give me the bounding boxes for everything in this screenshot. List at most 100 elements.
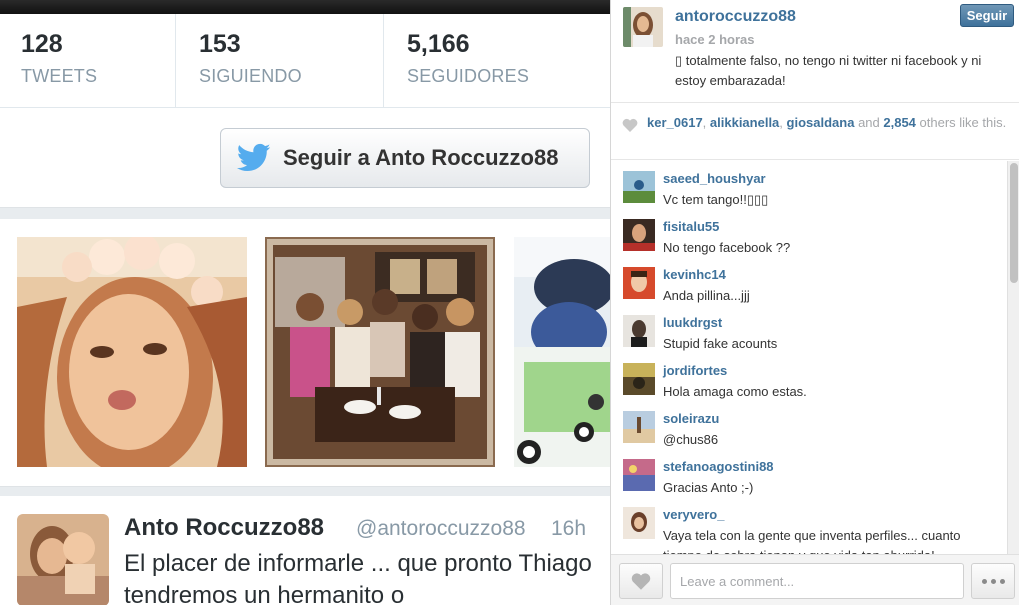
comment-username[interactable]: jordifortes [663, 363, 727, 378]
separator: , [702, 115, 710, 130]
divider [175, 14, 176, 108]
post-username[interactable]: antoroccuzzo88 [675, 8, 796, 26]
comment-text: Vaya tela con la gente que inventa perfi… [663, 528, 961, 554]
tweet-text: El placer de informarle ... que pronto T… [124, 550, 592, 605]
comment-scrollbar[interactable] [1007, 161, 1019, 554]
comment-avatar[interactable] [623, 315, 655, 347]
stat-label: TWEETS [21, 66, 98, 86]
comment-text: No tengo facebook ?? [663, 240, 791, 255]
avatar-photo [623, 219, 655, 251]
top-bar [0, 0, 610, 14]
section-divider [0, 207, 610, 219]
comment-username[interactable]: luukdrgst [663, 315, 722, 330]
comment-username[interactable]: fisitalu55 [663, 219, 719, 234]
avatar-photo [623, 411, 655, 443]
profile-stats: 128 TWEETS 153 SIGUIENDO 5,166 SEGUIDORE… [0, 14, 610, 108]
tweet-author-handle[interactable]: @antoroccuzzo88 [356, 517, 526, 541]
post-caption: ▯ totalmente falso, no tengo ni twitter … [675, 53, 982, 88]
tweet-avatar-photo [17, 514, 109, 605]
profile-photo [623, 7, 663, 47]
avatar-photo [623, 315, 655, 347]
liker-link[interactable]: ker_0617 [647, 115, 703, 130]
likes-suffix: others like this. [915, 115, 1007, 130]
photo-thumbnail[interactable] [265, 237, 495, 467]
comment-item: fisitalu55 No tengo facebook ?? [611, 209, 1007, 257]
follow-button[interactable]: Seguir a Anto Roccuzzo88 [220, 128, 590, 188]
comment-text: Anda pillina...jjj [663, 288, 750, 303]
comment-avatar[interactable] [623, 459, 655, 491]
comment-footer [611, 554, 1019, 605]
comment-username[interactable]: saeed_houshyar [663, 171, 766, 186]
avatar[interactable] [17, 514, 109, 605]
comment-list: saeed_houshyar Vc tem tango!!▯▯▯ fisital… [611, 161, 1007, 554]
comment-username[interactable]: stefanoagostini88 [663, 459, 774, 474]
comment-text: Stupid fake acounts [663, 336, 778, 351]
comment-text: Hola amaga como estas. [663, 384, 807, 399]
divider [383, 14, 384, 108]
avatar-photo [623, 459, 655, 491]
comment-text: Gracias Anto ;-) [663, 480, 754, 495]
comment-username[interactable]: soleirazu [663, 411, 719, 426]
stat-value: 128 [21, 30, 63, 58]
photo-thumbnail[interactable] [17, 237, 247, 467]
tweet-timestamp[interactable]: 16h [551, 517, 586, 541]
comment-item: saeed_houshyar Vc tem tango!!▯▯▯ [611, 161, 1007, 209]
comment-item: veryvero_ Vaya tela con la gente que inv… [611, 497, 1007, 554]
section-divider [0, 486, 610, 496]
photo-selfie [17, 237, 247, 467]
comment-input[interactable] [670, 563, 964, 599]
likes-summary: ker_0617, alikkianella, giosaldana and 2… [611, 104, 1019, 160]
comment-username[interactable]: kevinhc14 [663, 267, 726, 282]
stat-label: SEGUIDORES [407, 66, 530, 86]
twitter-bird-icon [237, 143, 271, 172]
comment-item: luukdrgst Stupid fake acounts [611, 305, 1007, 353]
instagram-panel: antoroccuzzo88 hace 2 horas ▯ totalmente… [610, 0, 1019, 605]
likes-text: ker_0617, alikkianella, giosaldana and 2… [647, 115, 1017, 131]
twitter-profile: 128 TWEETS 153 SIGUIENDO 5,166 SEGUIDORE… [0, 0, 610, 605]
and-text: and [854, 115, 884, 130]
tweet[interactable]: Anto Roccuzzo88 @antoroccuzzo88 16h El p… [0, 496, 610, 605]
photo-strip [0, 219, 610, 489]
avatar-photo [623, 267, 655, 299]
comment-text: Vc tem tango!!▯▯▯ [663, 192, 769, 207]
stat-value: 5,166 [407, 30, 470, 58]
comment-item: jordifortes Hola amaga como estas. [611, 353, 1007, 401]
comment-avatar[interactable] [623, 507, 655, 539]
heart-icon [631, 573, 651, 590]
comment-item: stefanoagostini88 Gracias Anto ;-) [611, 449, 1007, 497]
liker-link[interactable]: giosaldana [787, 115, 855, 130]
like-button[interactable] [619, 563, 663, 599]
more-dots-icon [990, 578, 996, 584]
liker-link[interactable]: alikkianella [710, 115, 779, 130]
more-options-button[interactable] [971, 563, 1015, 599]
post-header: antoroccuzzo88 hace 2 horas ▯ totalmente… [611, 0, 1019, 103]
comment-username[interactable]: veryvero_ [663, 507, 724, 522]
avatar[interactable] [623, 7, 663, 47]
screen: 128 TWEETS 153 SIGUIENDO 5,166 SEGUIDORE… [0, 0, 1019, 605]
comment-item: soleirazu @chus86 [611, 401, 1007, 449]
avatar-photo [623, 363, 655, 395]
comment-item: kevinhc14 Anda pillina...jjj [611, 257, 1007, 305]
post-time: hace 2 horas [675, 32, 755, 47]
photo-group [265, 237, 495, 467]
heart-icon [622, 118, 638, 132]
stat-value: 153 [199, 30, 241, 58]
scrollbar-thumb[interactable] [1010, 163, 1018, 283]
comment-avatar[interactable] [623, 171, 655, 203]
comment-avatar[interactable] [623, 363, 655, 395]
photo-baby [514, 237, 610, 467]
photo-thumbnail[interactable] [514, 237, 610, 467]
follow-button[interactable]: Seguir [960, 4, 1014, 27]
more-dots-icon [981, 578, 987, 584]
more-dots-icon [999, 578, 1005, 584]
comment-avatar[interactable] [623, 411, 655, 443]
stat-label: SIGUIENDO [199, 66, 302, 86]
comment-avatar[interactable] [623, 267, 655, 299]
likes-count[interactable]: 2,854 [883, 115, 916, 130]
comment-avatar[interactable] [623, 219, 655, 251]
avatar-photo [623, 171, 655, 203]
separator: , [779, 115, 787, 130]
follow-area: Seguir a Anto Roccuzzo88 [0, 108, 610, 211]
follow-button-label: Seguir a Anto Roccuzzo88 [283, 145, 559, 170]
tweet-author-name[interactable]: Anto Roccuzzo88 [124, 514, 324, 542]
